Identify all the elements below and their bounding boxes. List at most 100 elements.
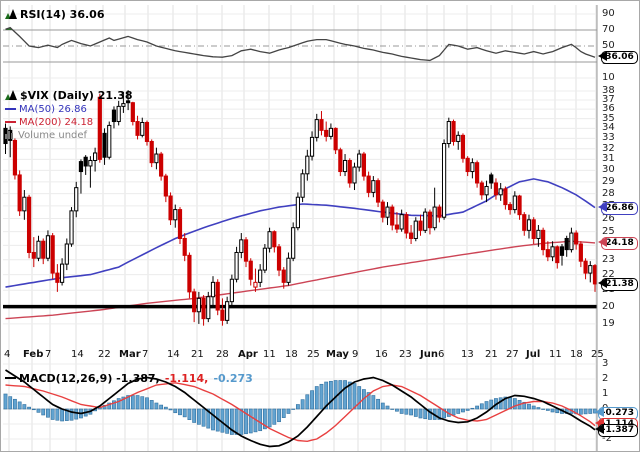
candle-body	[385, 206, 390, 218]
candle-body	[144, 121, 150, 142]
macd-histogram-bar	[357, 386, 362, 410]
macd-histogram-bar	[380, 402, 385, 410]
macd-histogram-bar	[286, 408, 291, 414]
bubble-arrow-icon	[593, 202, 607, 212]
macd-histogram-bar	[583, 408, 588, 415]
candle-body	[291, 227, 296, 259]
x-axis-tick-label: 25	[591, 349, 604, 360]
candle-body	[526, 219, 532, 231]
macd-histogram-bar	[50, 408, 55, 420]
candle-body	[578, 243, 583, 262]
macd-histogram-bar	[470, 407, 475, 410]
macd-histogram-bar	[390, 408, 395, 410]
y-axis-tick-label: 32	[602, 142, 615, 154]
macd-histogram-bar	[149, 400, 154, 410]
macd-histogram-bar	[46, 408, 50, 418]
macd-histogram-bar	[277, 408, 281, 423]
price-legend: $VIX (Daily) 21.38 MA(50) 26.86 MA(200) …	[5, 89, 133, 141]
x-axis-tick-label: 16	[375, 349, 388, 360]
macd-histogram-bar	[225, 408, 230, 434]
candle-body	[475, 162, 480, 184]
candle-body	[404, 214, 409, 234]
x-axis-tick-label: 4	[4, 349, 11, 360]
candle-body	[88, 159, 93, 167]
x-axis-tick-label: May	[326, 349, 349, 360]
macd-histogram-bar	[239, 408, 244, 435]
y-axis-tick-label: 23	[602, 253, 615, 265]
candle-body	[479, 182, 484, 196]
price-title: $VIX (Daily) 21.38	[20, 89, 133, 102]
x-axis-tick-label: 14	[71, 349, 84, 360]
macd-histogram-bar	[512, 398, 517, 410]
macd-histogram-bar	[248, 408, 253, 434]
macd-histogram-bar	[36, 408, 41, 413]
macd-histogram-bar	[310, 390, 314, 410]
x-axis-tick-label: 13	[461, 349, 474, 360]
candle-body	[465, 157, 470, 173]
candle-body	[489, 174, 494, 184]
macd-histogram-bar	[168, 408, 173, 411]
candle-body	[55, 272, 60, 283]
candle-body	[163, 175, 168, 197]
macd-histogram-bar	[314, 386, 319, 410]
candle-body	[281, 269, 286, 283]
macd-histogram-bar	[8, 396, 13, 410]
macd-histogram-bar	[550, 408, 555, 413]
candle-body	[390, 206, 395, 226]
y-axis-tick-label: 25	[602, 225, 615, 237]
macd-histogram-bar	[385, 405, 390, 410]
macd-histogram-bar	[281, 408, 286, 418]
macd-histogram-bar	[578, 408, 583, 415]
macd-histogram-bar	[211, 408, 215, 431]
x-axis-tick-label: 7	[142, 349, 149, 360]
macd-histogram-bar	[295, 404, 300, 410]
candle-body	[69, 210, 74, 245]
candle-body	[536, 229, 541, 239]
candle-body	[267, 231, 272, 249]
candle-body	[588, 265, 593, 274]
candle-body	[361, 153, 367, 177]
candle-body	[229, 278, 234, 303]
macd-histogram-bar	[272, 408, 277, 425]
ma50-line-icon	[5, 108, 16, 110]
bubble-arrow-icon	[593, 237, 607, 247]
candle-body	[64, 243, 69, 265]
macd-histogram-bar	[541, 408, 546, 410]
candle-body	[215, 281, 220, 311]
y-axis-tick-label: 19	[602, 317, 615, 329]
candle-body	[36, 240, 41, 259]
candle-body	[168, 195, 173, 221]
candle-body	[470, 162, 475, 173]
macd-histogram-bar	[140, 396, 145, 410]
candle-body	[541, 229, 546, 251]
macd-histogram-bar	[258, 408, 263, 432]
candle-body	[258, 269, 263, 283]
candle-body	[545, 249, 550, 258]
ma200-line-icon	[5, 121, 16, 123]
macd-histogram-bar	[465, 408, 470, 411]
rsi-line	[5, 26, 596, 62]
candle-body	[59, 263, 65, 283]
candle-body	[187, 254, 192, 293]
candle-body	[427, 211, 433, 229]
y-axis-tick-label: 29	[602, 175, 615, 187]
y-axis-tick-label: 30	[602, 164, 615, 176]
bubble-arrow-icon	[590, 424, 604, 434]
macd-histogram-bar	[55, 408, 60, 421]
bubble-arrow-icon	[593, 278, 607, 288]
candle-body	[555, 246, 560, 264]
macd-histogram-bar	[60, 408, 64, 422]
rsi-legend: RSI(14) 36.06	[5, 3, 104, 23]
candle-body	[50, 235, 55, 274]
bubble-value: 24.18	[605, 238, 634, 248]
value-bubble: 24.18	[598, 237, 638, 250]
candle-body	[22, 196, 27, 212]
candle-body	[140, 121, 145, 136]
macd-line-icon	[5, 376, 16, 379]
candle-body	[272, 231, 277, 248]
y-axis-tick-label: 3	[602, 358, 609, 369]
candle-body	[437, 206, 442, 218]
macd-histogram-bar	[182, 408, 187, 418]
candle-body	[498, 188, 503, 196]
candle-body	[305, 155, 310, 175]
